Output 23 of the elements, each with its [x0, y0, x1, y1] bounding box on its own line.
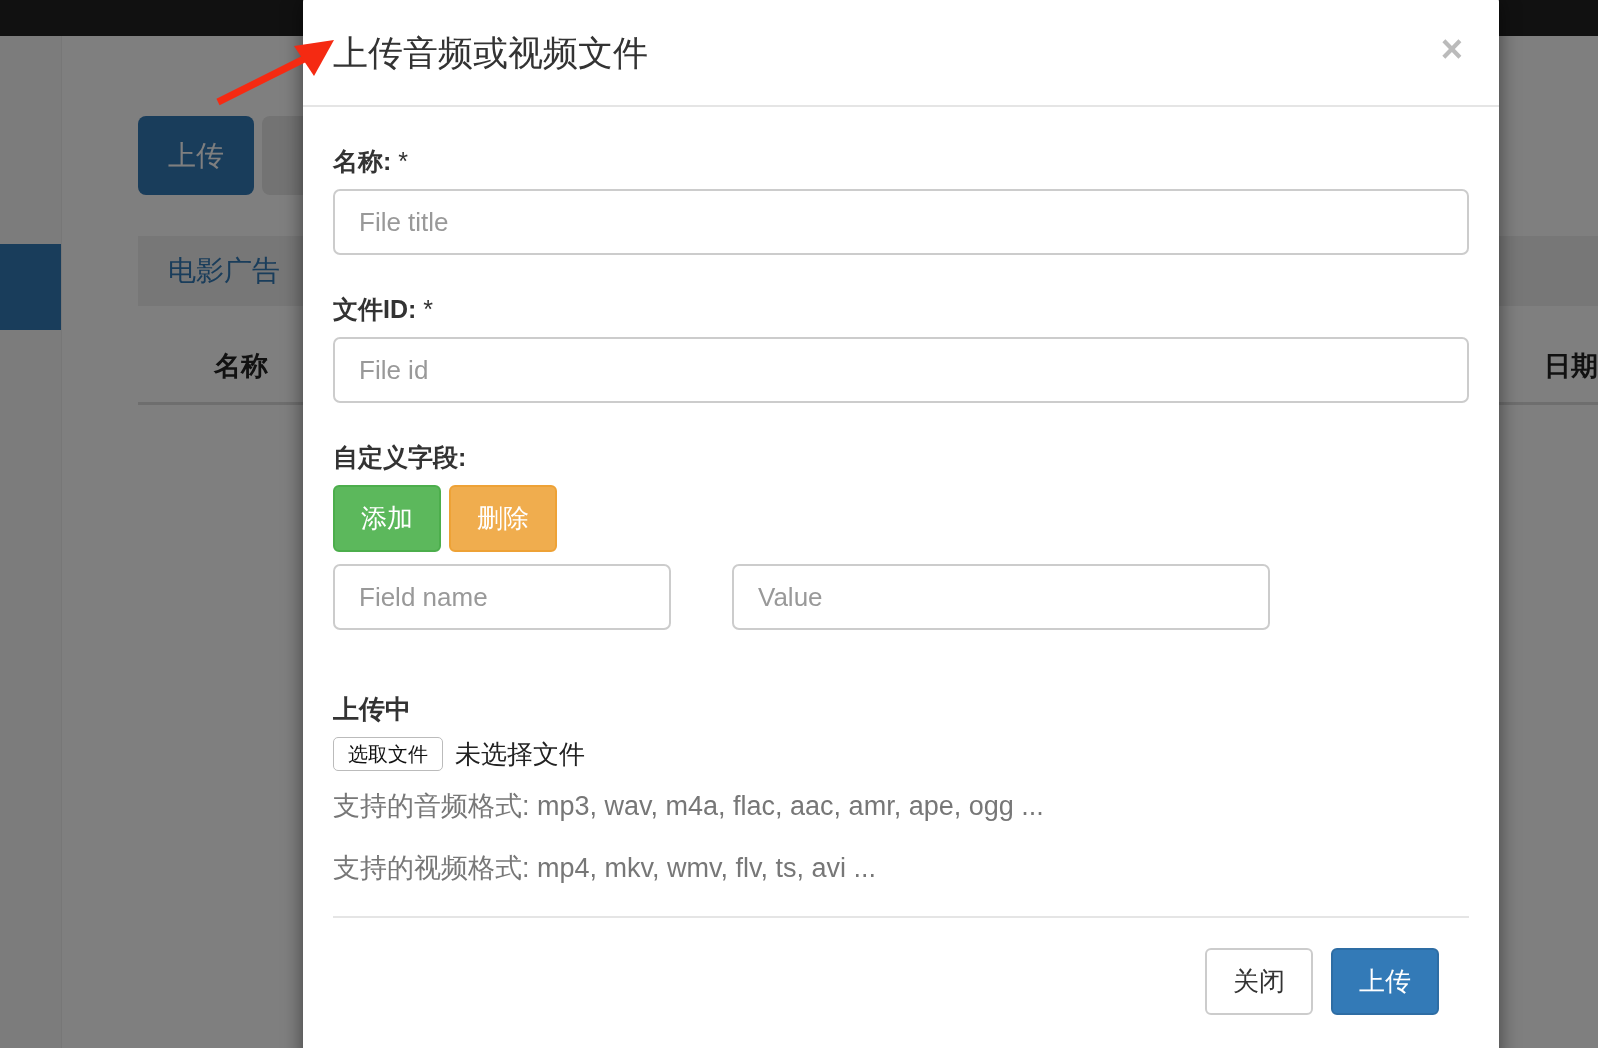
choose-file-button[interactable]: 选取文件: [333, 737, 443, 771]
field-label: 文件ID: *: [333, 294, 434, 321]
input-field[interactable]: File title: [333, 189, 1469, 255]
column-header: 日期: [1544, 350, 1598, 383]
field-label: 自定义字段:: [333, 442, 468, 469]
help-text: 支持的视频格式: mp4, mkv, wmv, flv, ts, avi ...: [333, 852, 878, 882]
toolbar-button[interactable]: 上传: [138, 116, 254, 195]
close-dialog-button[interactable]: 关闭: [1205, 948, 1313, 1015]
dialog-title: 上传音频或视频文件: [333, 32, 648, 74]
category-link[interactable]: 电影广告: [168, 252, 280, 290]
column-header: 名称: [214, 350, 268, 383]
sidebar-item[interactable]: [0, 244, 61, 330]
input-field[interactable]: File id: [333, 337, 1469, 403]
upload-button[interactable]: 上传: [1331, 948, 1439, 1015]
help-text: 支持的音频格式: mp3, wav, m4a, flac, aac, amr, ape, ogg ...: [333, 790, 1045, 820]
input-field[interactable]: Value: [732, 564, 1270, 630]
input-field[interactable]: Field name: [333, 564, 671, 630]
field-label: 名称: *: [333, 146, 409, 173]
add-button[interactable]: 添加: [333, 485, 441, 552]
file-status: 未选择文件: [455, 737, 585, 771]
delete-button[interactable]: 删除: [449, 485, 557, 552]
section-label: 上传中: [333, 693, 412, 726]
close-button[interactable]: ×: [1434, 28, 1469, 71]
